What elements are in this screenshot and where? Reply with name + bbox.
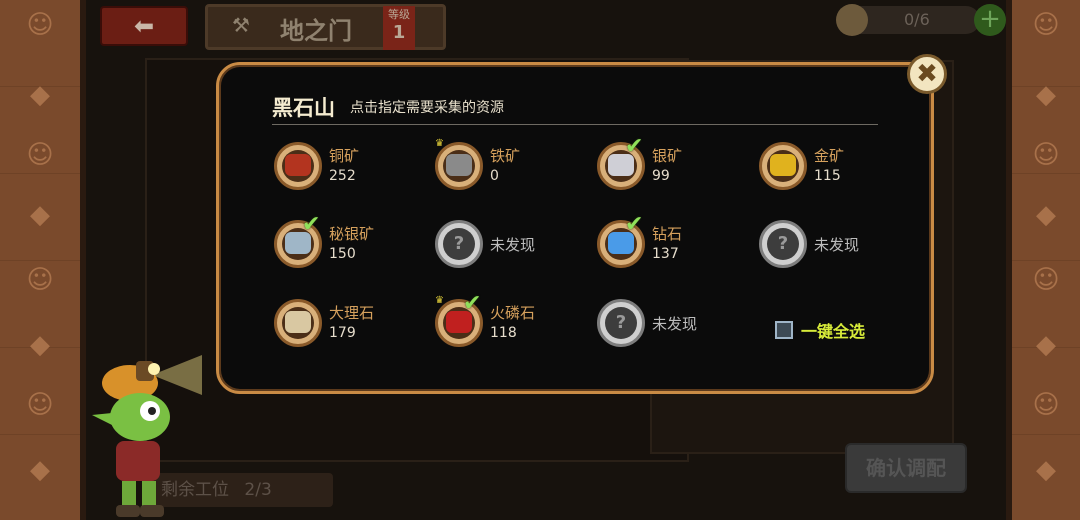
goblin-face-icon: ☺ (1032, 10, 1060, 40)
resource-name: 铜矿 (329, 147, 360, 165)
resource-undiscovered-label: 未发现 (490, 236, 536, 254)
close-dialog-button[interactable]: ✖ (907, 54, 947, 94)
resource-name: 银矿 (652, 147, 683, 165)
diamond-ornament-icon: ◆ (30, 200, 50, 230)
crown-icon: ♛ (435, 295, 444, 306)
resource-count: 0 (490, 168, 499, 184)
resource-count: 99 (652, 168, 670, 184)
resource-name: 秘银矿 (329, 225, 375, 243)
resource-ore-icon (435, 142, 483, 190)
resource-name: 火磷石 (490, 304, 536, 322)
dialog-divider (272, 124, 878, 125)
dialog-subtitle: 点击指定需要采集的资源 (350, 100, 504, 116)
resource-count: 252 (329, 168, 356, 184)
resource-undiscovered[interactable]: ? 未发现 (759, 220, 919, 276)
level-value: 1 (392, 22, 406, 43)
select-all-checkbox[interactable] (775, 321, 793, 339)
resource-item[interactable]: ✔ 银矿 99 (597, 134, 757, 198)
slots-value: 2/3 (244, 480, 272, 500)
check-icon: ✔ (302, 212, 321, 237)
resource-count: 179 (329, 325, 356, 341)
diamond-ornament-icon: ◆ (30, 80, 50, 110)
resource-name: 金矿 (814, 147, 845, 165)
resource-undiscovered-label: 未发现 (814, 236, 860, 254)
question-mark-icon: ? (615, 312, 627, 333)
resource-ore-icon (274, 299, 322, 347)
resource-item[interactable]: 金矿 115 (759, 142, 919, 198)
check-icon: ✔ (463, 291, 482, 316)
resource-name: 大理石 (329, 304, 375, 322)
diamond-ornament-icon: ◆ (1036, 330, 1056, 360)
resource-count: 150 (329, 246, 356, 262)
goblin-face-icon: ☺ (26, 390, 54, 420)
select-all-toggle[interactable]: 一键全选 (775, 318, 865, 342)
level-label: 等级 (388, 8, 410, 21)
check-icon: ✔ (625, 134, 644, 159)
crossed-pickaxes-icon: ⚒ (232, 13, 250, 37)
page-title: 地之门 (280, 17, 352, 45)
resource-ore-icon (759, 142, 807, 190)
arrow-left-icon: ⬅ (133, 12, 155, 40)
select-all-label: 一键全选 (801, 322, 866, 341)
resource-item[interactable]: ♛ ✔ 火磷石 118 (435, 291, 595, 355)
goblin-face-icon: ☺ (1032, 265, 1060, 295)
diamond-ornament-icon: ◆ (30, 455, 50, 485)
crown-icon: ♛ (435, 138, 444, 149)
workers-count: 0/6 (904, 10, 930, 29)
worker-avatar-icon (836, 4, 868, 36)
goblin-face-icon: ☺ (26, 10, 54, 40)
right-decorative-border: ☺ ◆ ☺ ◆ ☺ ◆ ☺ ◆ (1006, 0, 1080, 520)
resource-count: 118 (490, 325, 517, 341)
goblin-face-icon: ☺ (1032, 390, 1060, 420)
goblin-face-icon: ☺ (26, 265, 54, 295)
resource-undiscovered[interactable]: ? 未发现 (435, 220, 595, 276)
resource-slot-icon: ? (759, 220, 807, 268)
level-badge: 等级 1 (383, 6, 415, 50)
resource-item[interactable]: 大理石 179 (274, 299, 434, 355)
diamond-ornament-icon: ◆ (1036, 455, 1056, 485)
resource-name: 钻石 (652, 225, 683, 243)
resource-undiscovered[interactable]: ? 未发现 (597, 299, 757, 355)
resource-slot-icon: ? (597, 299, 645, 347)
resource-undiscovered-label: 未发现 (652, 315, 698, 333)
resource-count: 115 (814, 168, 841, 184)
add-worker-button[interactable]: + (974, 4, 1006, 36)
resource-name: 铁矿 (490, 147, 521, 165)
resource-item[interactable]: ✔ 秘银矿 150 (274, 212, 434, 276)
goblin-face-icon: ☺ (1032, 140, 1060, 170)
resource-item[interactable]: 铜矿 252 (274, 142, 434, 198)
resource-item[interactable]: ♛ 铁矿 0 (435, 138, 595, 198)
diamond-ornament-icon: ◆ (1036, 200, 1056, 230)
check-icon: ✔ (625, 212, 644, 237)
question-mark-icon: ? (453, 233, 465, 254)
resource-count: 137 (652, 246, 679, 262)
diamond-ornament-icon: ◆ (30, 330, 50, 360)
dialog-title: 黑石山 (272, 96, 335, 120)
goblin-miner-character (92, 355, 202, 517)
close-icon: ✖ (916, 59, 938, 89)
workers-counter: 0/6 + (836, 4, 1006, 36)
resource-item[interactable]: ✔ 钻石 137 (597, 212, 757, 276)
goblin-face-icon: ☺ (26, 140, 54, 170)
resource-ore-icon (274, 142, 322, 190)
left-decorative-border: ☺ ◆ ☺ ◆ ☺ ◆ ☺ ◆ (0, 0, 86, 520)
resource-slot-icon: ? (435, 220, 483, 268)
back-button[interactable]: ⬅ (100, 6, 188, 46)
question-mark-icon: ? (777, 233, 789, 254)
confirm-allocation-button[interactable]: 确认调配 (845, 443, 967, 493)
diamond-ornament-icon: ◆ (1036, 80, 1056, 110)
